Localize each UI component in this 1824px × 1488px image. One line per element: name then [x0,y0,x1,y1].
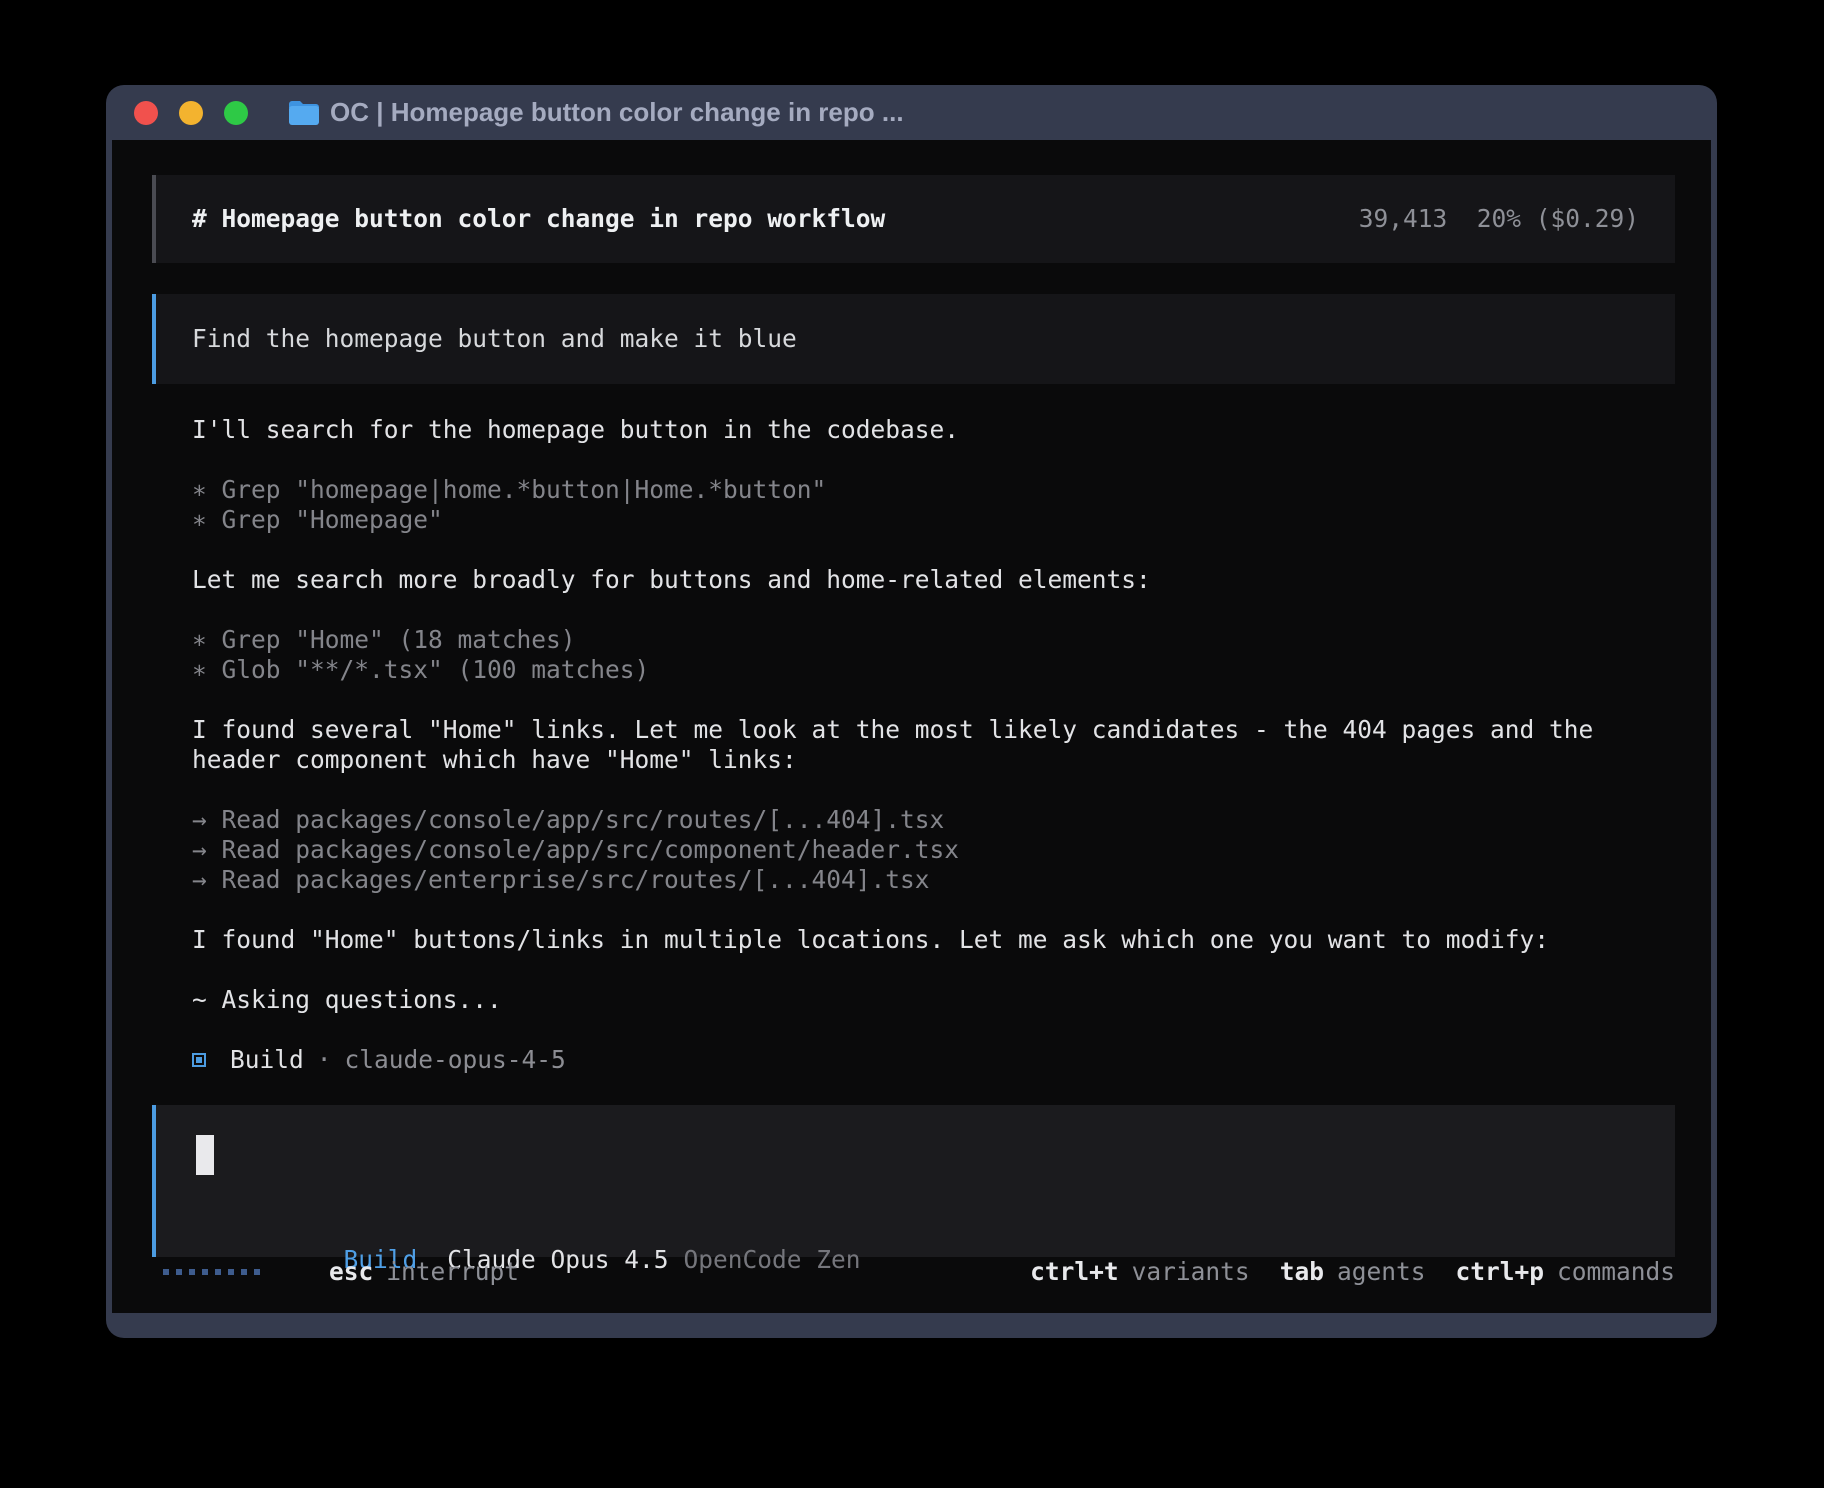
hint-label: interrupt [386,1257,519,1286]
close-button[interactable] [134,101,158,125]
tool-call-read: → Read packages/enterprise/src/routes/[.… [192,865,1675,895]
user-message-text: Find the homepage button and make it blu… [192,324,1639,354]
traffic-lights [134,101,248,125]
tool-call-grep: ∗ Grep "homepage|home.*button|Home.*butt… [192,475,1675,505]
status-bar: esc interrupt ctrl+t variants tab agents ct… [152,1257,1675,1287]
hint-commands: ctrl+p commands [1455,1257,1675,1287]
tool-call-glob: ∗ Glob "**/*.tsx" (100 matches) [192,655,1675,685]
agent-status-row: Build · claude-opus-4-5 [192,1045,1675,1075]
user-message: Find the homepage button and make it blu… [152,294,1675,384]
hint-label: agents [1337,1257,1426,1286]
spinner-dots [163,1269,267,1275]
input-provider-label: OpenCode Zen [684,1245,861,1274]
tool-call-read: → Read packages/console/app/src/componen… [192,835,1675,865]
terminal-content: # Homepage button color change in repo w… [112,140,1711,1313]
hint-key: ctrl+t [1030,1257,1119,1286]
hint-key: tab [1280,1257,1324,1286]
hint-variants: ctrl+t variants [1030,1257,1250,1287]
separator-dot: · [317,1045,332,1075]
tool-call-grep: ∗ Grep "Homepage" [192,505,1675,535]
hint-key: esc [329,1257,373,1286]
hint-agents: tab agents [1280,1257,1426,1287]
prompt-input[interactable]: BuildClaude Opus 4.5OpenCode Zen [152,1105,1675,1257]
session-title: # Homepage button color change in repo w… [192,204,885,234]
agent-name: Build [230,1045,304,1075]
tool-call-read: → Read packages/console/app/src/routes/[… [192,805,1675,835]
assistant-text: header component which have "Home" links… [192,745,1675,775]
minimize-button[interactable] [179,101,203,125]
model-row: BuildClaude Opus 4.5OpenCode Zen [196,1215,1639,1245]
terminal-window: OC | Homepage button color change in rep… [106,85,1717,1338]
hint-interrupt: esc interrupt [329,1257,519,1287]
assistant-text: Let me search more broadly for buttons a… [192,565,1675,595]
agent-model: claude-opus-4-5 [345,1045,566,1075]
assistant-transcript: I'll search for the homepage button in t… [152,415,1675,1075]
assistant-text: I found several "Home" links. Let me loo… [192,715,1675,745]
text-cursor [196,1135,214,1175]
tool-call-grep: ∗ Grep "Home" (18 matches) [192,625,1675,655]
working-status: ~ Asking questions... [192,985,1675,1015]
folder-icon [288,100,320,126]
agent-square-icon [192,1053,206,1067]
hint-label: commands [1557,1257,1675,1286]
title-bar[interactable]: OC | Homepage button color change in rep… [106,85,1717,140]
window-title: OC | Homepage button color change in rep… [330,97,904,128]
zoom-button[interactable] [224,101,248,125]
assistant-text: I'll search for the homepage button in t… [192,415,1675,445]
session-stats: 39,413 20% ($0.29) [1359,204,1639,234]
hint-label: variants [1132,1257,1250,1286]
session-header: # Homepage button color change in repo w… [152,175,1675,263]
hint-key: ctrl+p [1455,1257,1544,1286]
assistant-text: I found "Home" buttons/links in multiple… [192,925,1675,955]
